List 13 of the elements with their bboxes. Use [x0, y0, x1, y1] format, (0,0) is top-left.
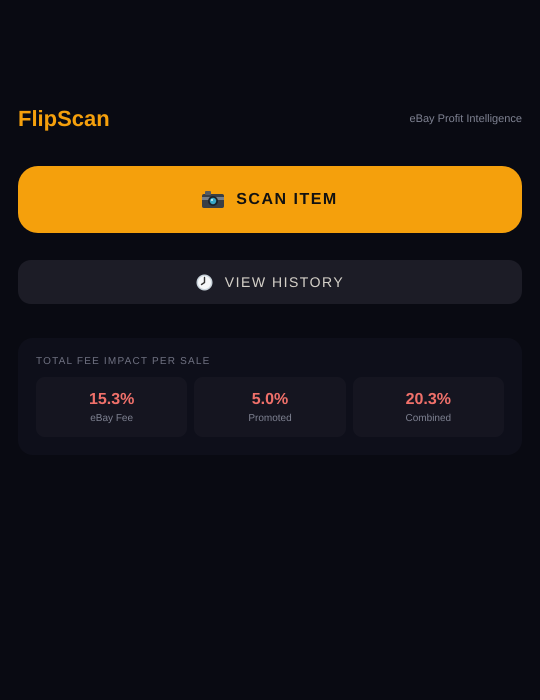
scan-button[interactable]: SCAN ITEM — [18, 166, 522, 233]
stat-label: eBay Fee — [90, 412, 134, 424]
card-title: TOTAL FEE IMPACT PER SALE — [36, 356, 212, 367]
history-button[interactable]: VIEW HISTORY — [18, 260, 522, 304]
clock-icon — [196, 274, 213, 290]
camera-icon — [202, 191, 224, 208]
app-logo: FlipScan — [18, 106, 110, 132]
stat-value: 20.3% — [406, 390, 451, 408]
stat-value: 5.0% — [252, 390, 288, 408]
tagline: eBay Profit Intelligence — [409, 113, 522, 125]
stat-value: 15.3% — [88, 390, 134, 408]
stat-label: Promoted — [248, 412, 292, 424]
stat-label: Combined — [406, 412, 452, 424]
